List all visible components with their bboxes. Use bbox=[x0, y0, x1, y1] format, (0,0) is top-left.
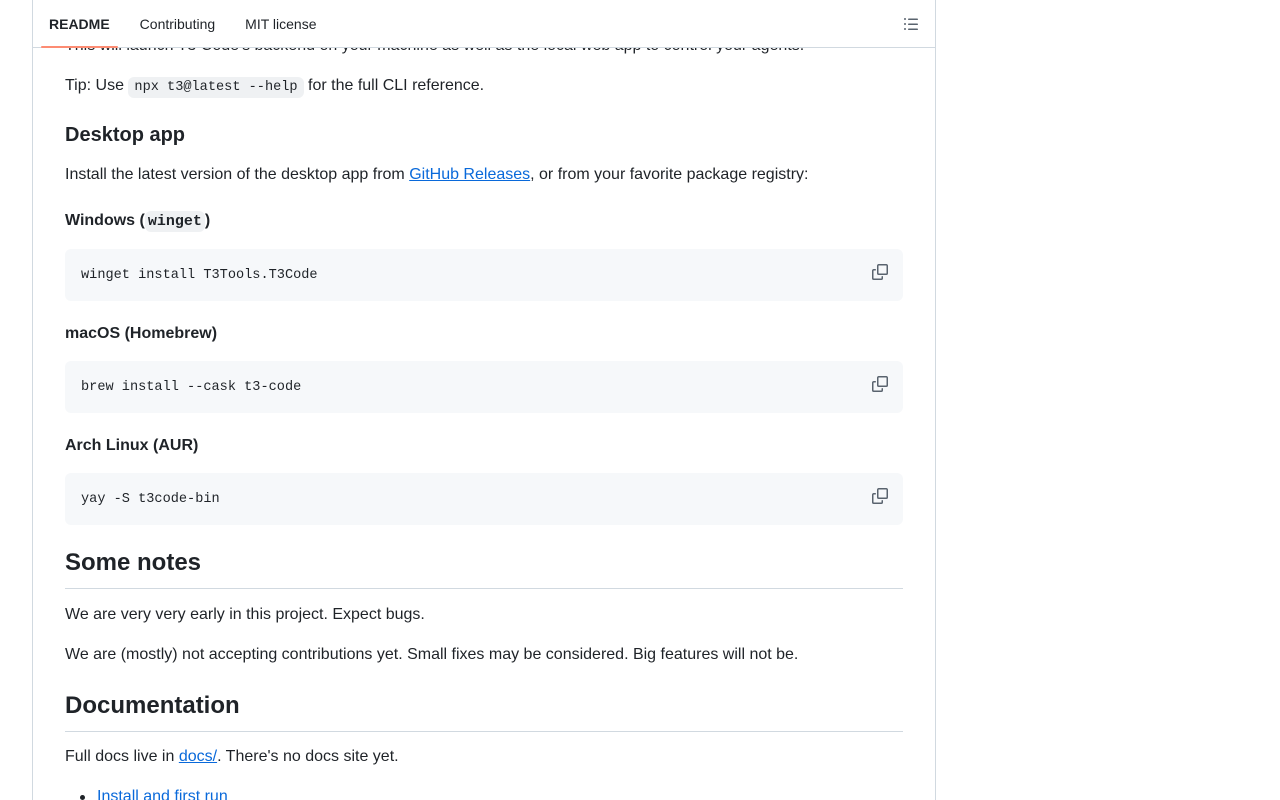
some-notes-heading: Some notes bbox=[65, 548, 903, 589]
docs-prefix: Full docs live in bbox=[65, 748, 179, 765]
windows-heading-prefix: Windows ( bbox=[65, 212, 145, 229]
windows-code-block: winget install T3Tools.T3Code bbox=[65, 249, 903, 301]
list-item: Install and first run bbox=[80, 785, 903, 800]
windows-heading: Windows (winget) bbox=[65, 209, 903, 234]
docs-list: Install and first run bbox=[65, 785, 903, 800]
documentation-heading: Documentation bbox=[65, 691, 903, 732]
tab-mit-license[interactable]: MIT license bbox=[237, 0, 324, 47]
readme-panel: This will launch T3 Code's backend on yo… bbox=[32, 0, 936, 800]
copy-icon[interactable] bbox=[871, 375, 889, 393]
docs-paragraph: Full docs live in docs/. There's no docs… bbox=[65, 745, 903, 769]
install-first-run-link[interactable]: Install and first run bbox=[97, 788, 228, 800]
macos-heading: macOS (Homebrew) bbox=[65, 325, 218, 342]
windows-heading-suffix: ) bbox=[204, 212, 211, 229]
arch-command: yay -S t3code-bin bbox=[81, 491, 220, 507]
readme-tab-bar: README Contributing MIT license bbox=[33, 0, 935, 48]
install-prefix: Install the latest version of the deskto… bbox=[65, 166, 410, 183]
docs-folder-link[interactable]: docs/ bbox=[179, 748, 217, 765]
arch-heading: Arch Linux (AUR) bbox=[65, 437, 199, 454]
arch-code-block: yay -S t3code-bin bbox=[65, 473, 903, 525]
macos-command: brew install --cask t3-code bbox=[81, 379, 302, 395]
tip-suffix: for the full CLI reference. bbox=[303, 77, 485, 94]
desktop-app-heading: Desktop app bbox=[65, 124, 186, 146]
macos-code-block: brew install --cask t3-code bbox=[65, 361, 903, 413]
copy-icon[interactable] bbox=[871, 487, 889, 505]
docs-suffix: . There's no docs site yet. bbox=[217, 748, 399, 765]
notes-paragraph-2: We are (mostly) not accepting contributi… bbox=[65, 646, 799, 663]
copy-icon[interactable] bbox=[871, 263, 889, 281]
tip-prefix: Tip: Use bbox=[65, 77, 129, 94]
tab-readme[interactable]: README bbox=[41, 0, 118, 48]
tab-contributing[interactable]: Contributing bbox=[132, 0, 224, 47]
windows-command: winget install T3Tools.T3Code bbox=[81, 267, 318, 283]
github-releases-link[interactable]: GitHub Releases bbox=[409, 166, 530, 183]
tip-inline-code: npx t3@latest --help bbox=[128, 77, 304, 98]
windows-heading-code: winget bbox=[144, 211, 205, 232]
desktop-install-paragraph: Install the latest version of the deskto… bbox=[65, 163, 903, 187]
tip-paragraph: Tip: Use npx t3@latest --help for the fu… bbox=[65, 74, 903, 100]
install-suffix: , or from your favorite package registry… bbox=[530, 166, 809, 183]
list-outline-icon[interactable] bbox=[899, 12, 923, 36]
notes-paragraph-1: We are very very early in this project. … bbox=[65, 606, 425, 623]
